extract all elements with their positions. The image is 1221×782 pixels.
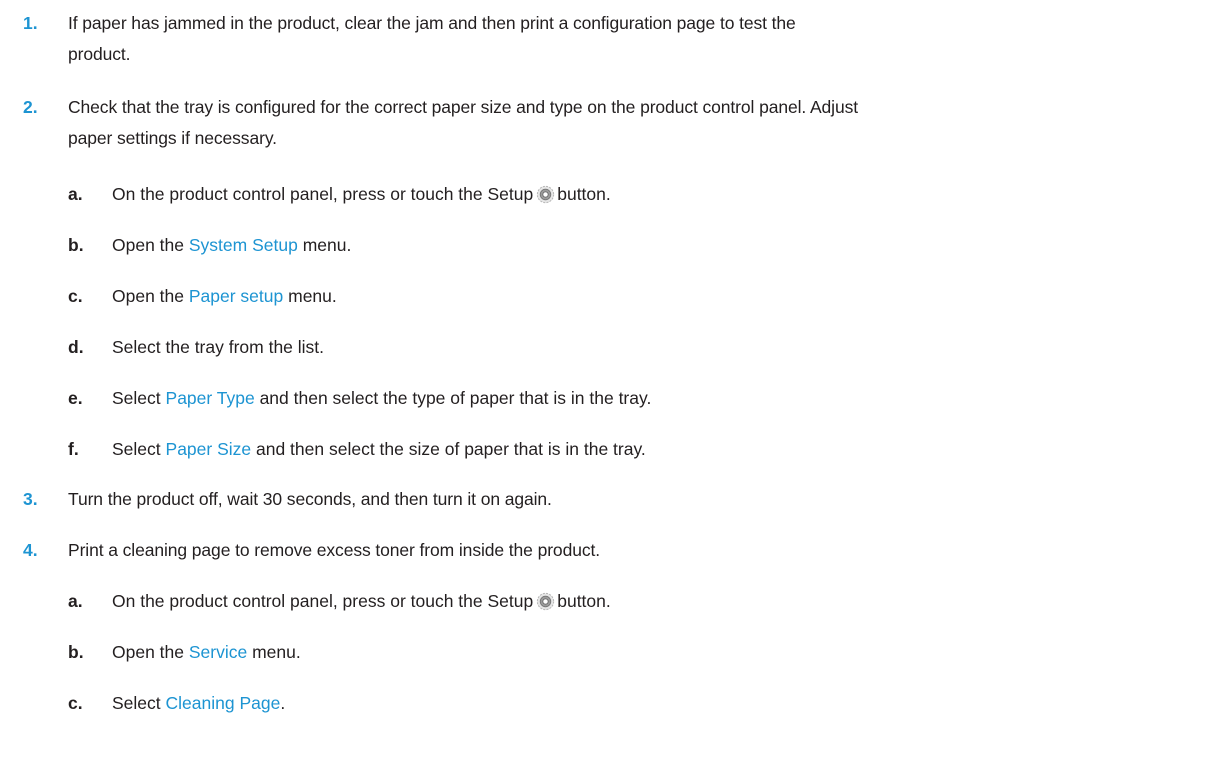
- gear-icon: [537, 592, 555, 611]
- menu-link-cleaning-page[interactable]: Cleaning Page: [166, 693, 281, 713]
- substep-letter: e.: [68, 388, 83, 408]
- menu-link-paper-size[interactable]: Paper Size: [166, 439, 252, 459]
- substep-letter: b.: [68, 235, 84, 255]
- step-text: Turn the product off, wait 30 seconds, a…: [68, 489, 552, 509]
- step-number: 4.: [23, 540, 38, 560]
- substep-text: Select the tray from the list.: [112, 337, 325, 357]
- substep-letter: f.: [68, 439, 79, 459]
- step-number: 1.: [23, 13, 38, 33]
- menu-link-system-setup[interactable]: System Setup: [189, 235, 298, 255]
- substep-text: On the product control panel, press or t…: [112, 591, 611, 611]
- substep-text: Open the Paper setup menu.: [112, 286, 337, 306]
- substep-letter: c.: [68, 286, 83, 306]
- substep-text: Open the System Setup menu.: [112, 235, 352, 255]
- step-text-continued: paper settings if necessary.: [68, 128, 277, 148]
- substep-text: Open the Service menu.: [112, 642, 301, 662]
- substep-letter: a.: [68, 591, 83, 611]
- substep-text: Select Paper Type and then select the ty…: [112, 388, 652, 408]
- gear-icon: [537, 185, 555, 204]
- substep-letter: b.: [68, 642, 84, 662]
- substep-letter: c.: [68, 693, 83, 713]
- step-number: 3.: [23, 489, 38, 509]
- menu-link-paper-type[interactable]: Paper Type: [166, 388, 255, 408]
- step-text: Check that the tray is configured for th…: [68, 97, 859, 117]
- step-text-continued: product.: [68, 44, 131, 64]
- step-text: Print a cleaning page to remove excess t…: [68, 540, 601, 560]
- menu-link-service[interactable]: Service: [189, 642, 247, 662]
- substep-letter: d.: [68, 337, 84, 357]
- menu-link-paper-setup[interactable]: Paper setup: [189, 286, 283, 306]
- substep-letter: a.: [68, 184, 83, 204]
- substep-text: Select Cleaning Page.: [112, 693, 286, 713]
- step-number: 2.: [23, 97, 38, 117]
- substep-text: On the product control panel, press or t…: [112, 184, 611, 204]
- substep-text: Select Paper Size and then select the si…: [112, 439, 646, 459]
- step-text: If paper has jammed in the product, clea…: [68, 13, 796, 33]
